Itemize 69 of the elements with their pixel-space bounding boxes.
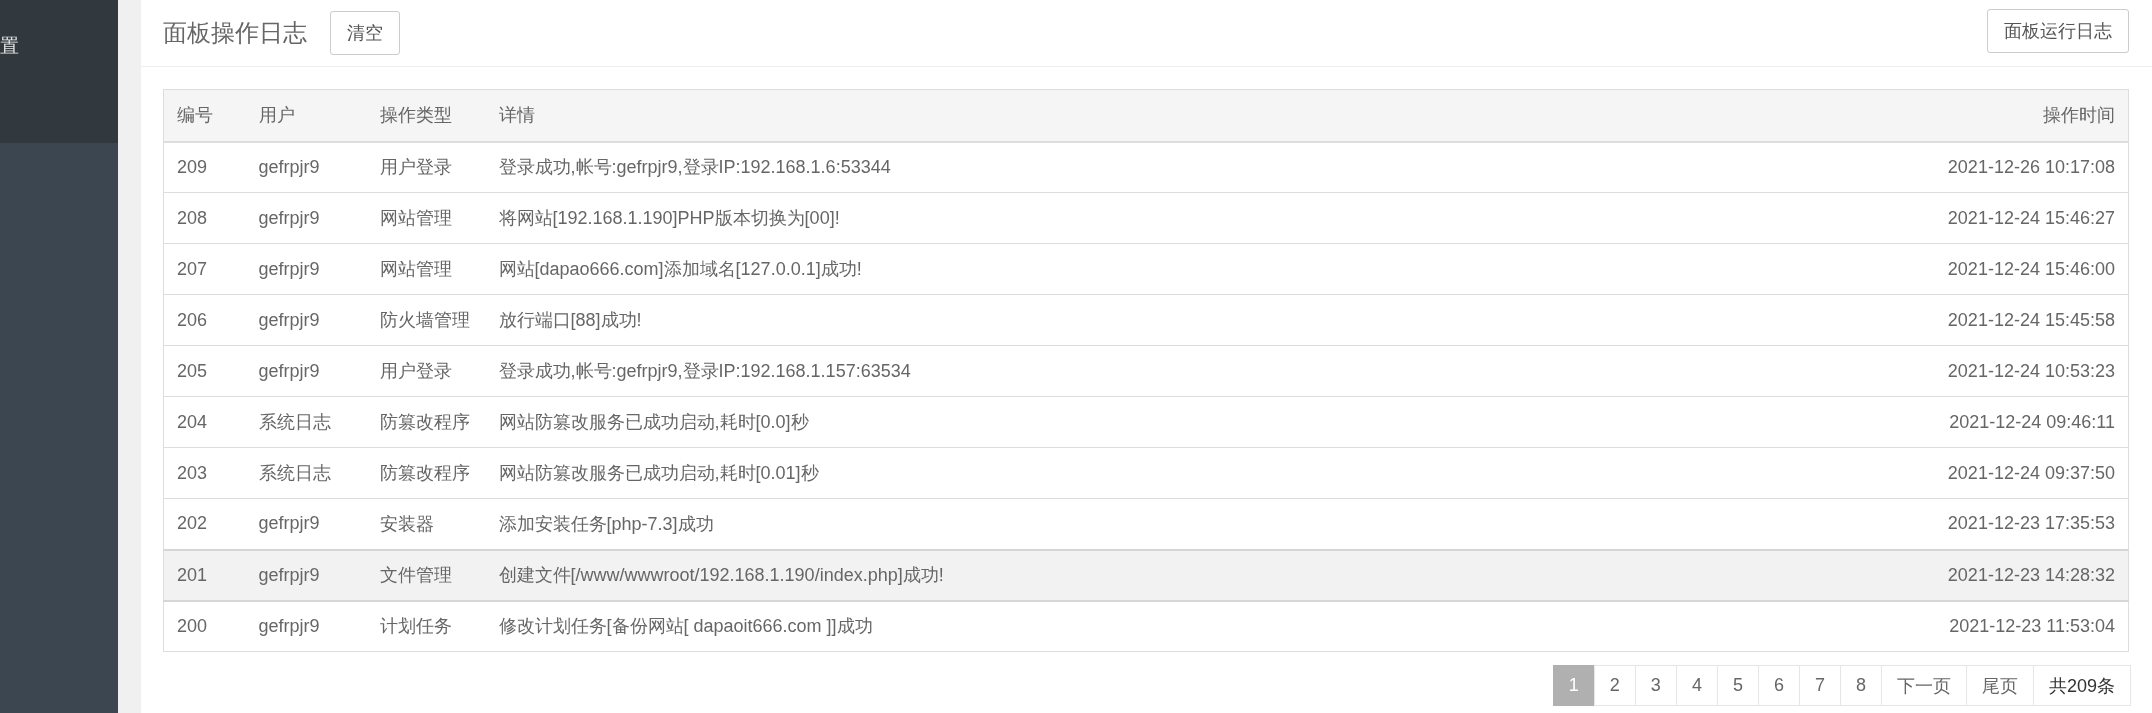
table-cell: gefrpjr9 <box>245 345 367 397</box>
table-cell: 209 <box>163 141 246 193</box>
table-cell: 201 <box>163 549 246 601</box>
table-cell: 网站[dapao666.com]添加域名[127.0.0.1]成功! <box>485 243 1869 295</box>
table-cell: 2021-12-24 10:53:23 <box>1868 345 2129 397</box>
table-cell: 系统日志 <box>245 447 367 499</box>
table-cell: 206 <box>163 294 246 346</box>
run-log-button[interactable]: 面板运行日志 <box>1987 8 2129 53</box>
table-cell: 200 <box>163 600 246 652</box>
page-button[interactable]: 6 <box>1757 665 1800 706</box>
column-header: 编号 <box>163 89 246 142</box>
clear-button[interactable]: 清空 <box>330 11 400 55</box>
table-cell: 登录成功,帐号:gefrpjr9,登录IP:192.168.1.157:63534 <box>485 345 1869 397</box>
sidebar-item[interactable]: 置 <box>0 35 118 57</box>
panel-title: 面板操作日志 <box>163 18 307 48</box>
table-cell: 2021-12-23 14:28:32 <box>1868 549 2129 601</box>
table-cell: 204 <box>163 396 246 448</box>
table-cell: 2021-12-26 10:17:08 <box>1868 141 2129 193</box>
table-cell: 登录成功,帐号:gefrpjr9,登录IP:192.168.1.6:53344 <box>485 141 1869 193</box>
table-cell: 用户登录 <box>366 141 486 193</box>
table-cell: 203 <box>163 447 246 499</box>
table-cell: gefrpjr9 <box>245 498 367 550</box>
table-cell: 2021-12-24 15:46:00 <box>1868 243 2129 295</box>
table-cell: 2021-12-23 11:53:04 <box>1868 600 2129 652</box>
table-cell: gefrpjr9 <box>245 192 367 244</box>
column-header: 操作类型 <box>366 89 486 142</box>
page-button[interactable]: 7 <box>1798 665 1841 706</box>
page-button[interactable]: 3 <box>1634 665 1677 706</box>
table-cell: gefrpjr9 <box>245 549 367 601</box>
table-cell: 网站管理 <box>366 243 486 295</box>
page-button[interactable]: 2 <box>1593 665 1636 706</box>
table-cell: gefrpjr9 <box>245 600 367 652</box>
table-cell: 用户登录 <box>366 345 486 397</box>
table-cell: 系统日志 <box>245 396 367 448</box>
table-cell: 防篡改程序 <box>366 396 486 448</box>
table-cell: 文件管理 <box>366 549 486 601</box>
table-cell: 放行端口[88]成功! <box>485 294 1869 346</box>
pagination-link[interactable]: 尾页 <box>1965 665 2034 706</box>
table-cell: 208 <box>163 192 246 244</box>
table-cell: 207 <box>163 243 246 295</box>
table-cell: 2021-12-24 15:46:27 <box>1868 192 2129 244</box>
table-cell: 安装器 <box>366 498 486 550</box>
table-cell: 网站防篡改服务已成功启动,耗时[0.0]秒 <box>485 396 1869 448</box>
table-cell: 创建文件[/www/wwwroot/192.168.1.190/index.php]成功! <box>485 549 1869 601</box>
table-cell: 计划任务 <box>366 600 486 652</box>
page-button[interactable]: 4 <box>1675 665 1718 706</box>
table-cell: gefrpjr9 <box>245 294 367 346</box>
page-button[interactable]: 5 <box>1716 665 1759 706</box>
table-cell: 2021-12-24 09:46:11 <box>1868 396 2129 448</box>
table-cell: 202 <box>163 498 246 550</box>
table-cell: 205 <box>163 345 246 397</box>
pagination-link[interactable]: 下一页 <box>1880 665 1967 706</box>
table-cell: 修改计划任务[备份网站[ dapaoit666.com ]]成功 <box>485 600 1869 652</box>
table-cell: 将网站[192.168.1.190]PHP版本切换为[00]! <box>485 192 1869 244</box>
column-header: 操作时间 <box>1868 89 2129 142</box>
table-cell: 网站防篡改服务已成功启动,耗时[0.01]秒 <box>485 447 1869 499</box>
table-cell: 2021-12-24 15:45:58 <box>1868 294 2129 346</box>
table-cell: 2021-12-23 17:35:53 <box>1868 498 2129 550</box>
table-cell: gefrpjr9 <box>245 243 367 295</box>
table-cell: 添加安装任务[php-7.3]成功 <box>485 498 1869 550</box>
total-count: 共209条 <box>2032 665 2131 706</box>
table-cell: gefrpjr9 <box>245 141 367 193</box>
page-button[interactable]: 8 <box>1839 665 1882 706</box>
table-cell: 防篡改程序 <box>366 447 486 499</box>
column-header: 用户 <box>245 89 367 142</box>
table-cell: 网站管理 <box>366 192 486 244</box>
table-cell: 2021-12-24 09:37:50 <box>1868 447 2129 499</box>
column-header: 详情 <box>485 89 1869 142</box>
table-cell: 防火墙管理 <box>366 294 486 346</box>
